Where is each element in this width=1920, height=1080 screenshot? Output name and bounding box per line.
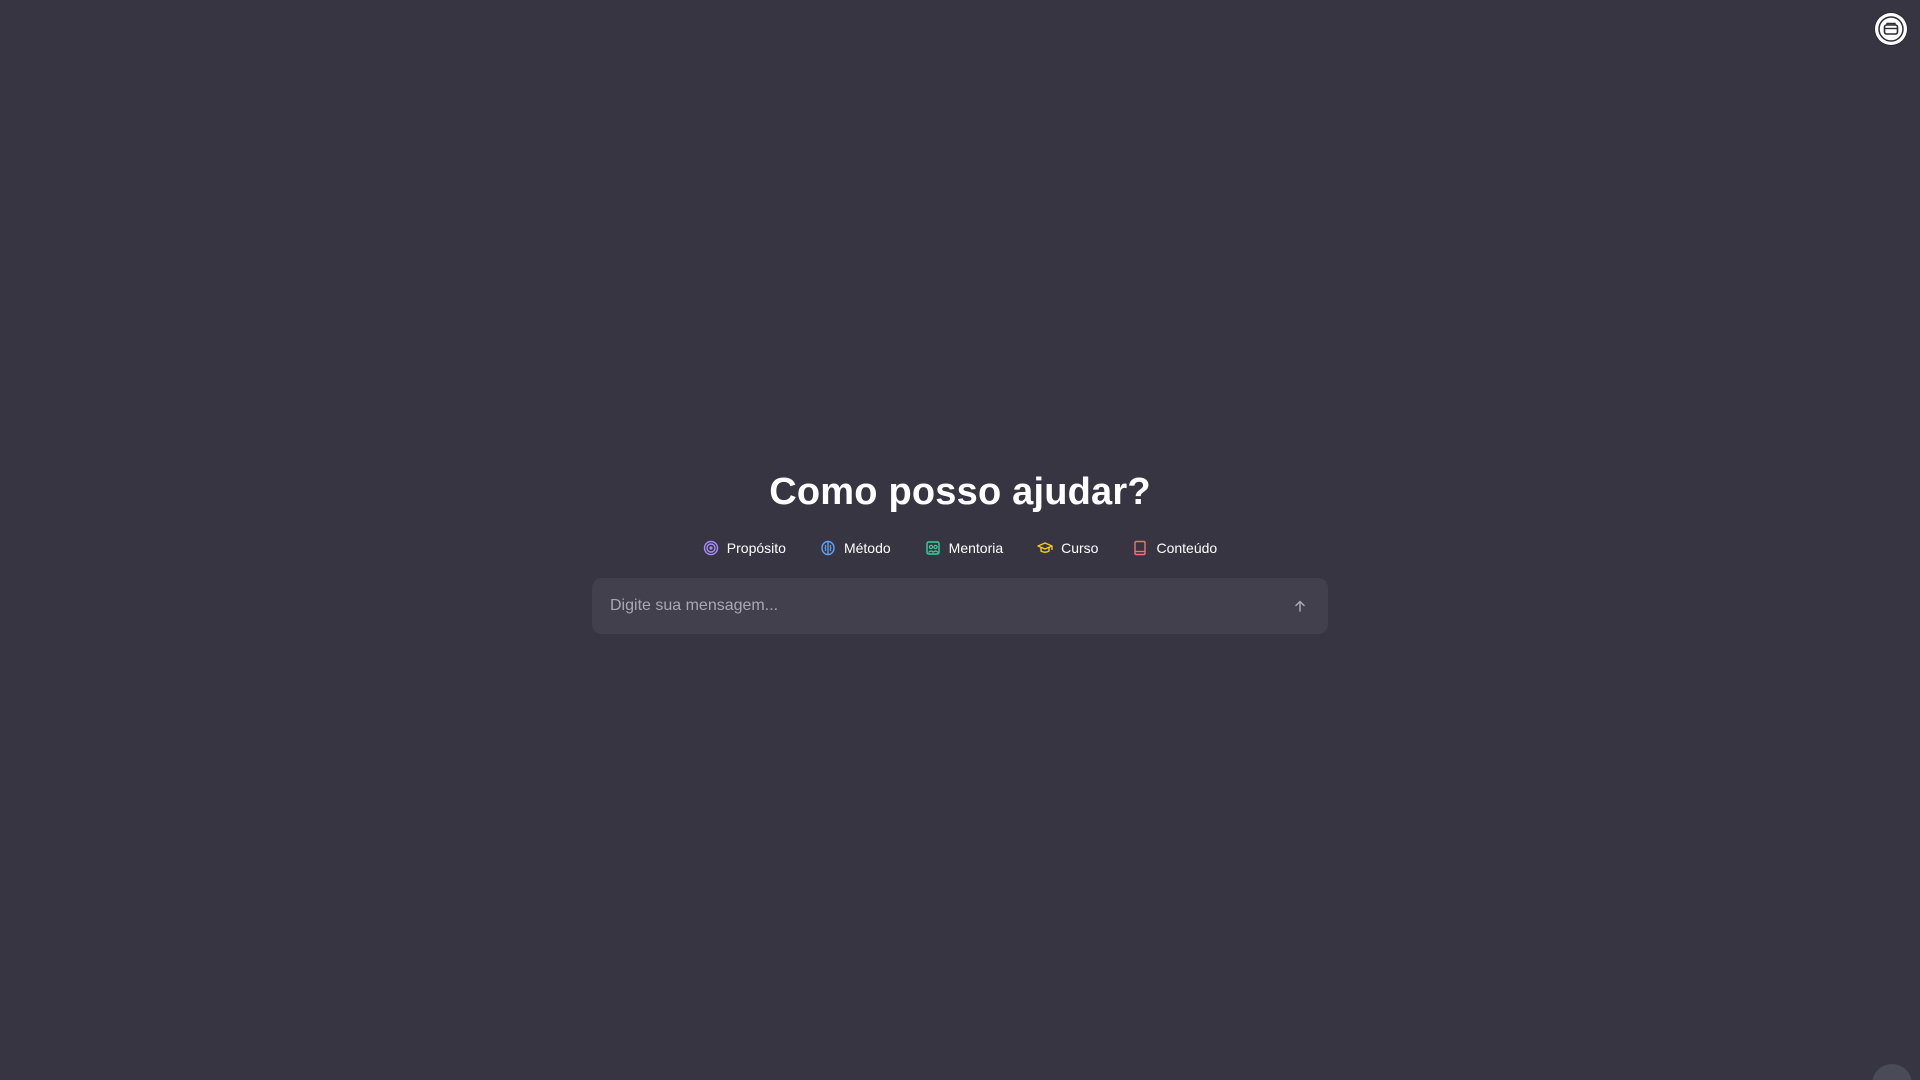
graduation-cap-icon xyxy=(1037,540,1053,556)
book-icon xyxy=(1132,540,1148,556)
chip-label: Conteúdo xyxy=(1156,540,1218,556)
message-composer xyxy=(592,578,1328,634)
brain-icon xyxy=(820,540,836,556)
arrow-up-icon xyxy=(1295,600,1305,612)
chip-conteudo[interactable]: Conteúdo xyxy=(1132,540,1217,556)
page: Como posso ajudar? Propósito Método Ment… xyxy=(0,0,1920,1080)
chip-metodo[interactable]: Método xyxy=(820,540,891,556)
target-icon xyxy=(703,540,719,556)
suggestion-chips: Propósito Método Mentoria Curso Conteúdo xyxy=(703,540,1217,556)
chip-label: Propósito xyxy=(726,540,786,556)
chip-proposito[interactable]: Propósito xyxy=(703,540,786,556)
chip-curso[interactable]: Curso xyxy=(1037,540,1098,556)
users-board-icon xyxy=(925,540,941,556)
chip-label: Mentoria xyxy=(948,540,1004,556)
chip-mentoria[interactable]: Mentoria xyxy=(925,540,1003,556)
send-button[interactable] xyxy=(1288,594,1312,618)
user-avatar-button[interactable] xyxy=(1875,13,1907,45)
chip-label: Curso xyxy=(1061,540,1099,556)
help-fab-button[interactable] xyxy=(1872,1064,1912,1080)
main-center: Como posso ajudar? Propósito Método Ment… xyxy=(0,466,1920,634)
chip-label: Método xyxy=(843,540,891,556)
avatar-icon xyxy=(1878,16,1904,42)
message-input[interactable] xyxy=(608,596,1280,616)
page-title: Como posso ajudar? xyxy=(769,471,1151,513)
